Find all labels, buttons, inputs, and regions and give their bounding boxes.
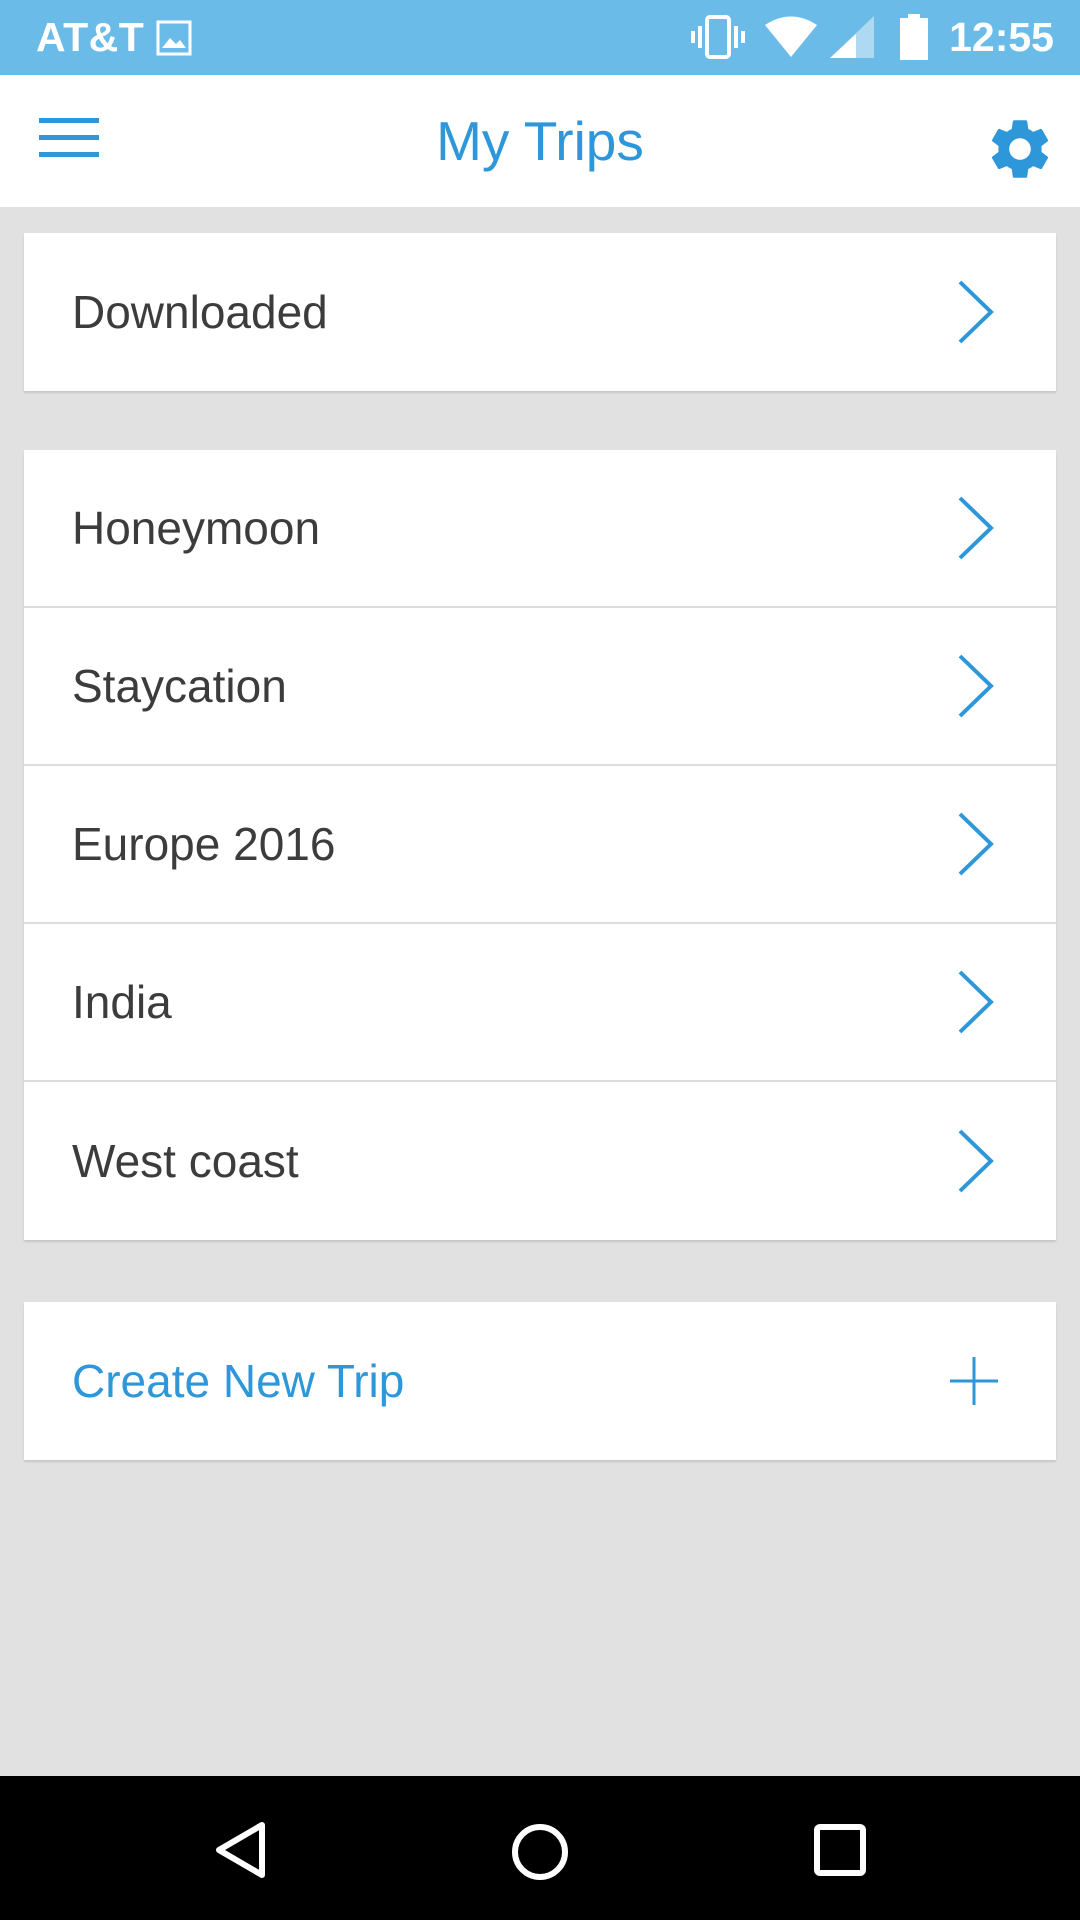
downloaded-row[interactable]: Downloaded bbox=[24, 233, 1056, 391]
trips-list: Honeymoon Staycation Europe 2016 India W… bbox=[24, 450, 1056, 1240]
back-icon[interactable] bbox=[210, 1820, 270, 1880]
gallery-notification-icon bbox=[156, 20, 192, 56]
recents-icon[interactable] bbox=[812, 1822, 868, 1878]
create-trip-card: Create New Trip bbox=[24, 1302, 1056, 1460]
trip-row-west-coast[interactable]: West coast bbox=[24, 1082, 1056, 1240]
chevron-right-icon bbox=[958, 496, 994, 560]
downloaded-card: Downloaded bbox=[24, 233, 1056, 391]
chevron-right-icon bbox=[958, 280, 994, 344]
trip-row-india[interactable]: India bbox=[24, 924, 1056, 1082]
status-time: 12:55 bbox=[949, 14, 1054, 60]
create-new-trip-button[interactable]: Create New Trip bbox=[24, 1302, 1056, 1460]
system-nav-bar bbox=[0, 1776, 1080, 1920]
trip-label: Europe 2016 bbox=[72, 818, 336, 870]
carrier-name: AT&T bbox=[36, 14, 145, 60]
trip-row-staycation[interactable]: Staycation bbox=[24, 608, 1056, 766]
plus-icon bbox=[950, 1357, 998, 1405]
status-bar: AT&T 12:55 bbox=[0, 0, 1080, 75]
trip-label: Honeymoon bbox=[72, 502, 321, 554]
trip-label: India bbox=[72, 976, 172, 1028]
app-bar: My Trips bbox=[0, 75, 1080, 207]
chevron-right-icon bbox=[958, 970, 994, 1034]
gear-icon bbox=[991, 120, 1049, 178]
battery-icon bbox=[900, 14, 928, 60]
trip-row-europe-2016[interactable]: Europe 2016 bbox=[24, 766, 1056, 924]
chevron-right-icon bbox=[958, 812, 994, 876]
page-title: My Trips bbox=[436, 110, 644, 172]
create-new-trip-label: Create New Trip bbox=[72, 1355, 405, 1407]
wifi-icon bbox=[765, 16, 817, 57]
trip-label: West coast bbox=[72, 1135, 299, 1187]
home-icon[interactable] bbox=[508, 1820, 572, 1884]
trip-row-honeymoon[interactable]: Honeymoon bbox=[24, 450, 1056, 608]
chevron-right-icon bbox=[958, 654, 994, 718]
chevron-right-icon bbox=[958, 1129, 994, 1193]
cell-signal-icon bbox=[830, 16, 874, 58]
settings-button[interactable] bbox=[984, 113, 1056, 185]
trip-label: Staycation bbox=[72, 660, 287, 712]
vibrate-icon bbox=[691, 15, 745, 59]
downloaded-label: Downloaded bbox=[72, 286, 328, 338]
